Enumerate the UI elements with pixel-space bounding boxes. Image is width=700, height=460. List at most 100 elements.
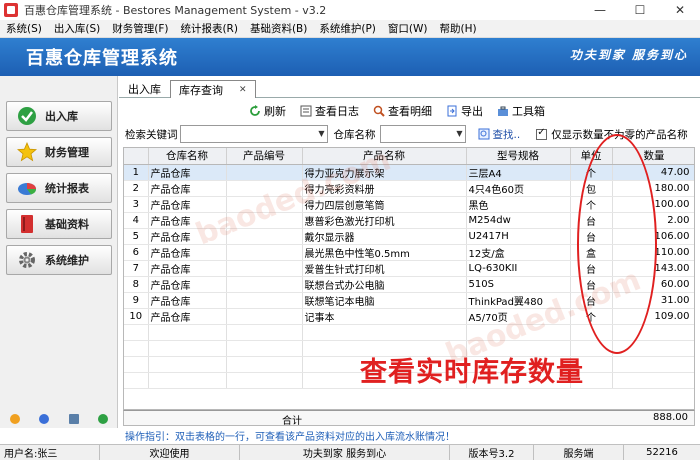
menu-basic-data[interactable]: 基础资料(B) [244,21,313,36]
menu-help[interactable]: 帮助(H) [433,21,482,36]
refresh-icon [250,105,260,116]
toolbox-icon [498,106,508,116]
refresh-button[interactable]: 刷新 [249,103,286,119]
column-header[interactable] [124,148,149,165]
table-cell: U2417H [466,228,571,245]
table-cell: 产品仓库 [148,276,227,293]
alert-icon[interactable] [9,414,20,424]
warehouse-label: 仓库名称 [333,128,376,141]
menu-system[interactable]: 系统(S) [0,21,48,36]
table-cell: 三层A4 [466,164,571,181]
operation-hint: 操作指引：双击表格的一行，可查看该产品资料对应的出入库流水账情况！ [125,432,455,443]
table-cell: 晨光黑色中性笔0.5mm [302,244,467,261]
table-cell: 产品仓库 [148,292,227,309]
app-icon [4,3,18,17]
nonzero-checkbox[interactable] [536,127,548,140]
toolbar: 刷新 查看日志 查看明细 导出 工具箱 [249,102,559,120]
help-icon[interactable] [39,414,50,424]
keyword-combo[interactable]: ▼ [179,125,328,143]
table-cell: 联想台式办公电脑 [302,276,467,293]
table-cell [226,260,303,277]
close-icon[interactable]: ✕ [239,85,247,95]
status-bar: 用户名:张三 欢迎使用 功夫到家 服务到心 版本号3.2 服务端 52216 [0,444,700,460]
sidebar-item-label: 出入库 [45,110,78,123]
sidebar-item-finance[interactable]: 财务管理 [6,137,112,167]
search-icon [478,128,489,140]
table-cell: 联想笔记本电脑 [302,292,467,309]
menu-finance[interactable]: 财务管理(F) [106,21,174,36]
total-row: 合计 888.00 [123,410,695,427]
app-banner: 百惠仓库管理系统 功夫到家 服务到心 [0,38,700,76]
search-button-label: 查找.. [492,128,521,141]
table-cell [226,276,303,293]
table-cell: 2 [124,180,149,197]
tab-stock-io[interactable]: 出入库 [119,81,170,97]
table-cell: 7 [124,260,149,277]
table-cell: 记事本 [302,308,467,325]
menu-window[interactable]: 窗口(W) [382,21,434,36]
pie-chart-icon [17,178,37,198]
warehouse-combo[interactable]: ▼ [379,125,466,143]
column-header[interactable]: 型号规格 [466,148,571,165]
banner-slogan: 功夫到家 服务到心 [569,48,688,62]
log-icon [300,105,312,117]
menu-reports[interactable]: 统计报表(R) [174,21,244,36]
table-cell: LQ-630KII [466,260,571,277]
view-log-label: 查看日志 [315,105,359,118]
table-cell: 4只4色60页 [466,180,571,197]
table-cell: 6 [124,244,149,261]
window-controls: — ☐ ✕ [580,0,700,20]
sidebar-item-reports[interactable]: 统计报表 [6,173,112,203]
exit-icon[interactable] [98,414,109,424]
sidebar-item-maintenance[interactable]: 系统维护 [6,245,112,275]
sidebar-item-label: 基础资料 [45,218,89,231]
sidebar-item-stock-io[interactable]: 出入库 [6,101,112,131]
export-label: 导出 [461,105,483,118]
toolbox-label: 工具箱 [512,105,545,118]
refresh-label: 刷新 [264,105,286,118]
toolbox-button[interactable]: 工具箱 [497,103,545,119]
chevron-down-icon[interactable]: ▼ [456,129,462,138]
export-button[interactable]: 导出 [446,103,483,119]
sidebar: 出入库 财务管理 统计报表 基础资料 系统维护 [0,76,118,428]
status-welcome: 欢迎使用 [100,444,240,460]
table-cell: 戴尔显示器 [302,228,467,245]
annotation-ellipse [577,134,657,354]
table-cell: 惠普彩色激光打印机 [302,212,467,229]
menu-maintenance[interactable]: 系统维护(P) [313,21,382,36]
table-cell [226,308,303,325]
table-cell: 10 [124,308,149,325]
star-icon [17,142,37,162]
search-button[interactable]: 查找.. [478,127,521,142]
minimize-icon[interactable]: — [580,0,620,20]
sidebar-item-label: 财务管理 [45,146,89,159]
tab-strip: 出入库 库存查询 ✕ [119,80,700,98]
table-cell [226,164,303,181]
sidebar-item-basic-data[interactable]: 基础资料 [6,209,112,239]
table-cell: 4 [124,212,149,229]
view-detail-label: 查看明细 [388,105,432,118]
table-cell [226,292,303,309]
total-label: 合计 [282,416,302,427]
sidebar-item-label: 系统维护 [45,254,89,267]
tab-stock-query[interactable]: 库存查询 ✕ [170,80,256,98]
column-header[interactable]: 产品编号 [226,148,303,165]
table-cell: 5 [124,228,149,245]
table-cell: 12支/盒 [466,244,571,261]
chevron-down-icon[interactable]: ▼ [318,129,324,138]
table-cell: 爱普生针式打印机 [302,260,467,277]
view-log-button[interactable]: 查看日志 [300,103,359,119]
menu-stock-io[interactable]: 出入库(S) [48,21,106,36]
maximize-icon[interactable]: ☐ [620,0,660,20]
status-user: 用户名:张三 [0,444,100,460]
calculator-icon[interactable] [68,414,79,424]
magnifier-icon [373,105,385,117]
table-cell: 产品仓库 [148,308,227,325]
view-detail-button[interactable]: 查看明细 [373,103,432,119]
status-server: 服务端 [534,444,624,460]
total-value: 888.00 [653,412,688,423]
close-icon[interactable]: ✕ [660,0,700,20]
table-cell: 产品仓库 [148,260,227,277]
column-header[interactable]: 仓库名称 [148,148,227,165]
banner-title: 百惠仓库管理系统 [26,48,178,69]
